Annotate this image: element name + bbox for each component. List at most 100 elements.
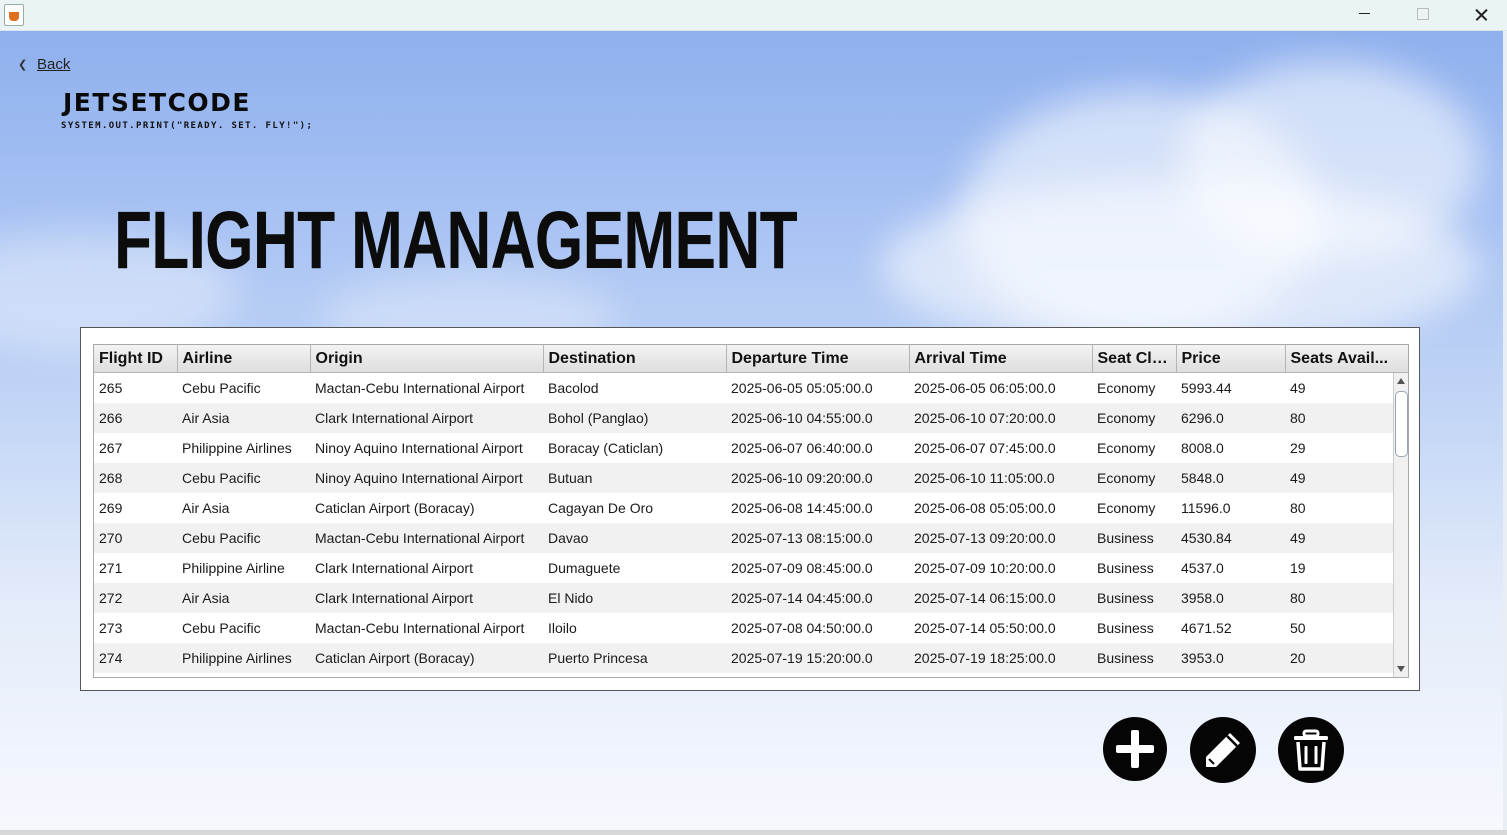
flights-table-panel: Flight ID Airline Origin Destination Dep…: [80, 327, 1420, 691]
cell-price: 3953.0: [1176, 643, 1285, 673]
cell-destination: Cagayan De Oro: [548, 500, 654, 516]
cell-price: 4671.52: [1181, 620, 1232, 636]
page-title: FLIGHT MANAGEMENT: [114, 195, 798, 286]
cell-arrival-time: 2025-06-10 07:20:00.0: [909, 403, 1092, 433]
delete-icon: [1294, 729, 1328, 771]
cell-destination: El Nido: [543, 583, 726, 613]
cloud-decoration: [880, 181, 1480, 351]
cell-origin: Clark International Airport: [315, 560, 473, 576]
cell-airline: Air Asia: [177, 583, 310, 613]
cell-flight-id: 272: [94, 583, 177, 613]
java-icon: [4, 4, 24, 26]
close-icon[interactable]: [1452, 0, 1507, 30]
cell-seats-available: 80: [1285, 583, 1394, 613]
cell-departure-time: 2025-06-05 05:05:00.0: [731, 380, 873, 396]
window-titlebar: [0, 0, 1507, 31]
cell-airline: Cebu Pacific: [182, 380, 261, 396]
cell-departure-time: 2025-06-10 04:55:00.0: [726, 403, 909, 433]
cell-airline: Cebu Pacific: [177, 523, 310, 553]
column-header-origin[interactable]: Origin: [310, 345, 544, 373]
cell-airline: Philippine Airlines: [182, 440, 292, 456]
table-row[interactable]: 267 Philippine Airlines Ninoy Aquino Inter…: [94, 433, 1394, 463]
table-header-row: Flight ID Airline Origin Destination Dep…: [94, 345, 1395, 373]
table-row[interactable]: 269 Air Asia Caticlan Airport (Boracay) Cag…: [94, 493, 1394, 523]
back-label[interactable]: Back: [37, 56, 70, 73]
cell-arrival-time: 2025-07-19 18:25:00.0: [909, 643, 1092, 673]
cell-seat-class: Business: [1092, 643, 1176, 673]
cell-seat-class: Economy: [1097, 440, 1156, 456]
column-header-seats-available[interactable]: Seats Avail...: [1285, 345, 1395, 373]
table-row[interactable]: 265 Cebu Pacific Mactan-Cebu International…: [94, 373, 1394, 404]
cell-destination: Davao: [543, 523, 726, 553]
column-header-departure-time[interactable]: Departure Time: [726, 345, 910, 373]
cell-origin: Caticlan Airport (Boracay): [315, 500, 475, 516]
edit-flight-button[interactable]: [1190, 717, 1256, 783]
table-row[interactable]: 272 Air Asia Clark International Airport El…: [94, 583, 1394, 613]
cell-destination: Boracay (Caticlan): [548, 440, 664, 456]
cell-seat-class: Economy: [1092, 403, 1176, 433]
column-header-flight-id[interactable]: Flight ID: [94, 345, 178, 373]
cell-origin: Mactan-Cebu International Airport: [310, 523, 543, 553]
table-row[interactable]: 268 Cebu Pacific Ninoy Aquino Internationa…: [94, 463, 1394, 493]
cell-destination: Bohol (Panglao): [543, 403, 726, 433]
cell-departure-time: 2025-06-10 09:20:00.0: [726, 463, 909, 493]
table-row[interactable]: 266 Air Asia Clark International Airport Bo…: [94, 403, 1394, 433]
scrollbar-thumb[interactable]: [1395, 391, 1408, 457]
cell-seats-available: 50: [1290, 620, 1306, 636]
add-flight-button[interactable]: [1103, 717, 1167, 781]
cell-arrival-time: 2025-07-09 10:20:00.0: [914, 560, 1056, 576]
cell-arrival-time: 2025-06-08 05:05:00.0: [914, 500, 1056, 516]
cell-seat-class: Business: [1092, 583, 1176, 613]
cell-price: 5993.44: [1181, 380, 1232, 396]
cell-arrival-time: 2025-07-14 06:15:00.0: [909, 583, 1092, 613]
cell-origin: Caticlan Airport (Boracay): [310, 643, 543, 673]
cell-seat-class: Business: [1097, 560, 1154, 576]
table-row[interactable]: 273 Cebu Pacific Mactan-Cebu International…: [94, 613, 1394, 643]
cell-departure-time: 2025-07-14 04:45:00.0: [726, 583, 909, 613]
cell-seats-available: 49: [1285, 463, 1394, 493]
header-corner: [1394, 345, 1408, 373]
cell-origin: Ninoy Aquino International Airport: [310, 463, 543, 493]
cell-flight-id: 266: [94, 403, 177, 433]
cell-seats-available: 49: [1290, 380, 1306, 396]
cell-price: 3958.0: [1176, 583, 1285, 613]
cell-arrival-time: 2025-06-05 06:05:00.0: [914, 380, 1056, 396]
minimize-icon[interactable]: [1336, 0, 1394, 30]
delete-flight-button[interactable]: [1278, 717, 1344, 783]
edit-icon: [1206, 733, 1240, 767]
scroll-up-icon[interactable]: [1397, 378, 1405, 384]
cell-origin: Mactan-Cebu International Airport: [315, 620, 525, 636]
maximize-icon[interactable]: [1394, 0, 1452, 30]
column-header-price[interactable]: Price: [1176, 345, 1286, 373]
cell-flight-id: 273: [99, 620, 123, 636]
column-header-seat-class[interactable]: Seat Cla...: [1092, 345, 1177, 373]
back-link[interactable]: ❮ Back: [18, 54, 70, 74]
chevron-left-icon: ❮: [18, 58, 28, 71]
cell-flight-id: 270: [94, 523, 177, 553]
cell-seats-available: 19: [1290, 560, 1306, 576]
vertical-scrollbar[interactable]: [1393, 373, 1408, 677]
cell-price: 11596.0: [1181, 500, 1231, 516]
cell-airline: Cebu Pacific: [182, 620, 261, 636]
cell-arrival-time: 2025-07-14 05:50:00.0: [914, 620, 1056, 636]
cell-flight-id: 268: [94, 463, 177, 493]
cell-destination: Puerto Princesa: [543, 643, 726, 673]
table-row[interactable]: 274 Philippine Airlines Caticlan Airport (…: [94, 643, 1394, 673]
column-header-arrival-time[interactable]: Arrival Time: [909, 345, 1093, 373]
table-row[interactable]: 270 Cebu Pacific Mactan-Cebu International…: [94, 523, 1394, 553]
cell-price: 5848.0: [1176, 463, 1285, 493]
cell-arrival-time: 2025-06-10 11:05:00.0: [909, 463, 1092, 493]
cell-departure-time: 2025-07-13 08:15:00.0: [726, 523, 909, 553]
column-header-destination[interactable]: Destination: [543, 345, 727, 373]
cell-departure-time: 2025-06-08 14:45:00.0: [731, 500, 873, 516]
cell-flight-id: 271: [99, 560, 123, 576]
scroll-down-icon[interactable]: [1397, 666, 1405, 672]
cell-destination: Dumaguete: [548, 560, 621, 576]
table-row[interactable]: 271 Philippine Airline Clark International…: [94, 553, 1394, 583]
cell-destination: Bacolod: [548, 380, 599, 396]
cell-arrival-time: 2025-06-07 07:45:00.0: [914, 440, 1056, 456]
column-header-airline[interactable]: Airline: [177, 345, 311, 373]
cell-airline: Air Asia: [182, 500, 230, 516]
cell-price: 8008.0: [1181, 440, 1224, 456]
cell-departure-time: 2025-06-07 06:40:00.0: [731, 440, 873, 456]
